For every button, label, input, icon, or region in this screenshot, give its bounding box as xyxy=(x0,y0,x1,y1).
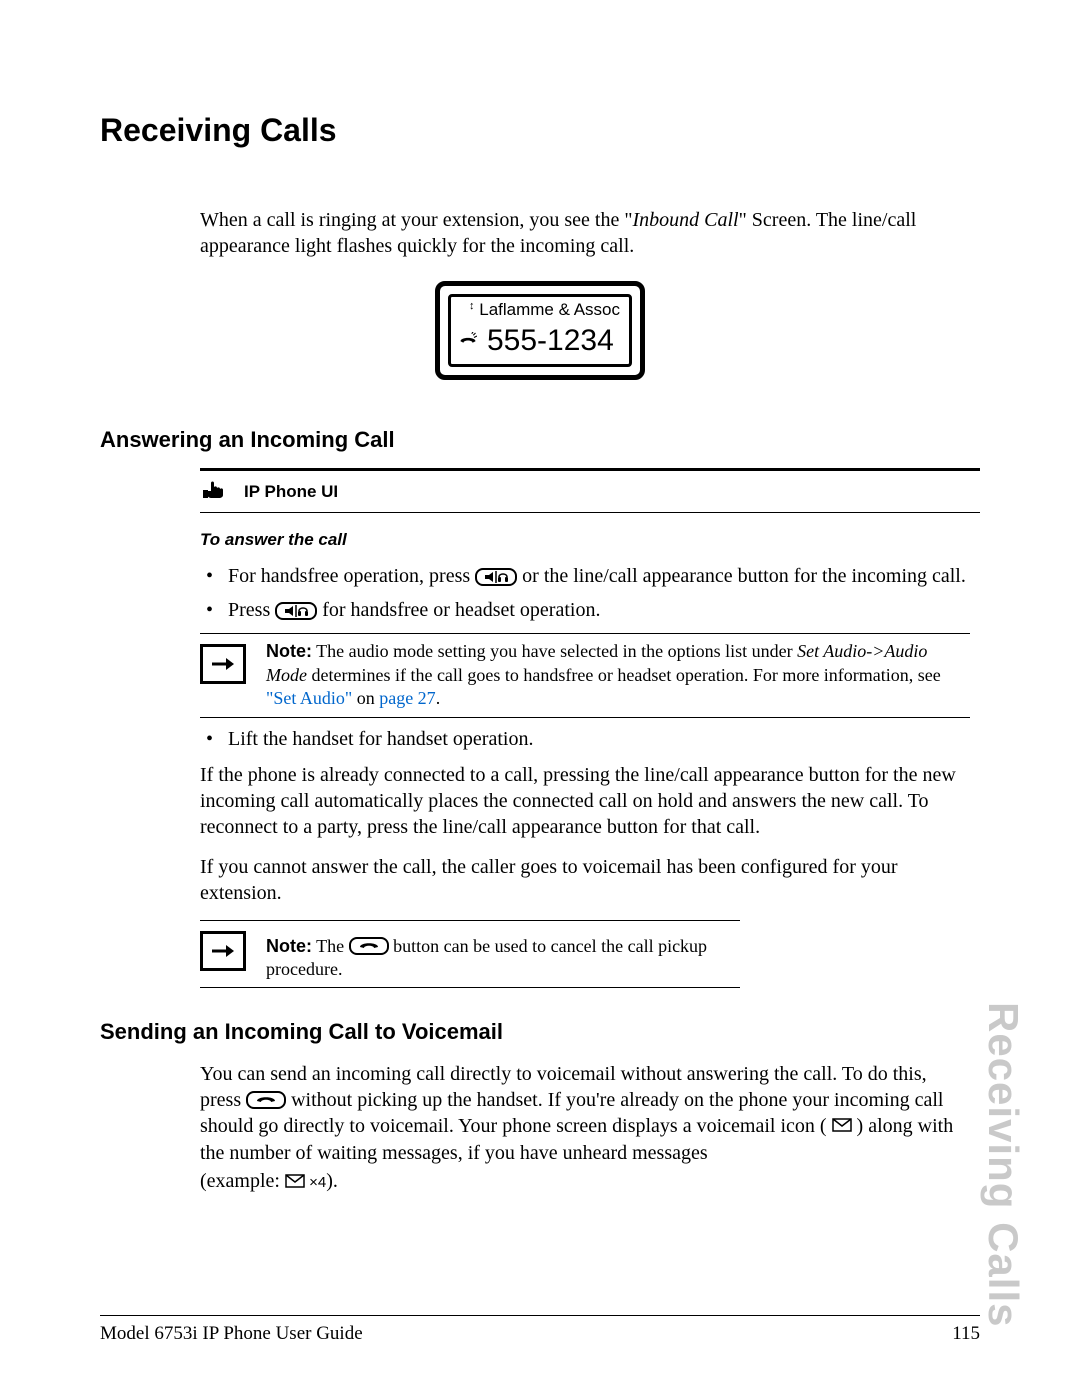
para-already-connected: If the phone is already connected to a c… xyxy=(200,762,970,840)
note-audio-mode: Note: The audio mode setting you have se… xyxy=(200,633,970,717)
lcd-indicator: ↕ xyxy=(469,300,475,312)
answer-bullets: For handsfree operation, press or the li… xyxy=(200,563,970,623)
list-item: Lift the handset for handset operation. xyxy=(200,726,970,752)
list-item: Press for handsfree or headset operation… xyxy=(200,597,970,623)
lcd-figure: ↕ Laflamme & Assoc 555-1234 xyxy=(435,281,645,380)
envelope-icon xyxy=(285,1169,305,1195)
para-cannot-answer: If you cannot answer the call, the calle… xyxy=(200,854,970,906)
hand-pointing-icon xyxy=(202,477,232,506)
note1-b: determines if the call goes to handsfree… xyxy=(307,665,941,685)
link-set-audio[interactable]: "Set Audio" xyxy=(266,688,352,708)
note1-mid: on xyxy=(352,688,379,708)
envelope-icon xyxy=(832,1113,852,1139)
page-footer: Model 6753i IP Phone User Guide 115 xyxy=(100,1315,980,1347)
page-title: Receiving Calls xyxy=(100,110,980,152)
lcd-caller-name: Laflamme & Assoc xyxy=(479,300,620,319)
bullet1a: For handsfree operation, press xyxy=(228,565,475,587)
voicemail-heading: Sending an Incoming Call to Voicemail xyxy=(100,1018,980,1047)
link-page-27[interactable]: page 27 xyxy=(379,688,435,708)
footer-page-number: 115 xyxy=(952,1322,980,1347)
bullet3: Lift the handset for handset operation. xyxy=(228,728,533,750)
vm-count: ×4 xyxy=(305,1174,326,1191)
answering-heading: Answering an Incoming Call xyxy=(100,426,980,455)
to-answer-title: To answer the call xyxy=(200,529,980,551)
note-cancel-pickup: Note: The button can be used to cancel t… xyxy=(200,920,740,989)
goodbye-button-icon xyxy=(246,1091,286,1109)
list-item: For handsfree operation, press or the li… xyxy=(200,563,970,589)
note1-a: The audio mode setting you have selected… xyxy=(312,641,797,661)
footer-doc-title: Model 6753i IP Phone User Guide xyxy=(100,1322,363,1347)
inbound-call-term: Inbound Call xyxy=(633,209,739,231)
bullet2a: Press xyxy=(228,599,275,621)
note-label: Note: xyxy=(266,641,312,661)
phone-ringing-icon xyxy=(459,327,477,353)
lcd-caller-number: 555-1234 xyxy=(487,321,614,360)
bullet1b: or the line/call appearance button for t… xyxy=(522,565,966,587)
vm-e: ). xyxy=(326,1170,338,1192)
side-tab: Receiving Calls xyxy=(975,1002,1030,1327)
ip-phone-ui-bar: IP Phone UI xyxy=(200,468,980,513)
bullet2b: for handsfree or headset operation. xyxy=(322,599,600,621)
arrow-right-icon xyxy=(200,931,246,971)
intro-prefix: When a call is ringing at your extension… xyxy=(200,209,633,231)
arrow-right-icon xyxy=(200,644,246,684)
note2-a: The xyxy=(312,936,349,956)
speaker-headset-button-icon xyxy=(275,602,317,620)
intro-paragraph: When a call is ringing at your extension… xyxy=(200,207,970,259)
speaker-headset-button-icon xyxy=(475,568,517,586)
note1-end: . xyxy=(436,688,441,708)
voicemail-paragraph: You can send an incoming call directly t… xyxy=(200,1061,970,1196)
ip-phone-ui-label: IP Phone UI xyxy=(244,481,338,503)
page: Receiving Calls Receiving Calls When a c… xyxy=(0,0,1080,1397)
goodbye-button-icon xyxy=(349,937,389,955)
vm-d: (example: xyxy=(200,1170,285,1192)
answer-bullets-2: Lift the handset for handset operation. xyxy=(200,726,970,752)
note-label: Note: xyxy=(266,936,312,956)
